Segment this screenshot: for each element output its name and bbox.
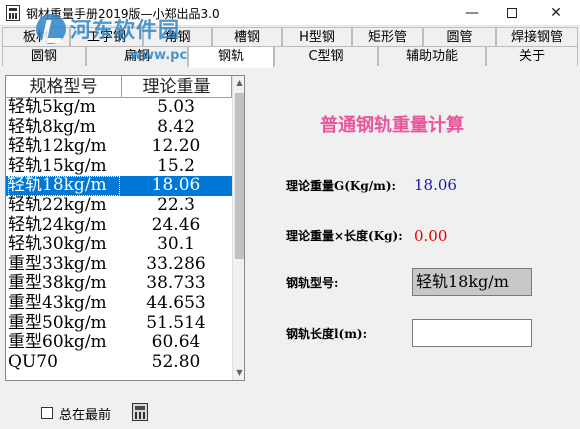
list-item-spec: 轻轨8kg/m [8, 116, 96, 137]
rail-spec-list[interactable]: 规格型号 理论重量 轻轨5kg/m 5.03 轻轨8kg/m 8.42 轻轨12kg/m… [5, 75, 245, 381]
list-item-weight: 18.06 [151, 175, 201, 196]
list-item-weight: 51.514 [146, 312, 206, 333]
list-item-weight: 44.653 [146, 292, 206, 313]
tab-round-tube[interactable]: 圆管 [423, 27, 496, 47]
list-item[interactable]: 轻轨30kg/m 30.1 [6, 235, 232, 255]
tab-c-channel[interactable]: C型钢 [274, 46, 378, 66]
list-item-spec: 重型50kg/m [8, 312, 107, 333]
list-item[interactable]: 轻轨24kg/m 24.46 [6, 214, 232, 236]
rail-type-value: 轻轨18kg/m [412, 268, 532, 296]
list-item-spec: QU70 [8, 351, 58, 372]
list-item-weight: 8.42 [157, 116, 195, 137]
theoretical-weight-label: 理论重量G(Kg/m): [286, 179, 396, 193]
list-item-weight: 52.80 [151, 351, 201, 372]
calc-title: 普通钢轨重量计算 [320, 115, 464, 136]
list-item-weight: 24.46 [151, 214, 201, 235]
list-item-weight: 30.1 [157, 234, 195, 255]
list-item-weight: 15.2 [157, 155, 195, 176]
list-item-spec: 重型60kg/m [8, 332, 107, 353]
maximize-button[interactable] [490, 0, 534, 26]
scroll-down-icon[interactable]: ▼ [233, 366, 244, 380]
list-item[interactable]: 重型50kg/m 51.514 [6, 312, 232, 334]
total-weight-value: 0.00 [414, 227, 448, 245]
tab-rect-tube[interactable]: 矩形管 [352, 27, 423, 47]
list-rows: 轻轨5kg/m 5.03 轻轨8kg/m 8.42 轻轨12kg/m 12.20 轻轨15k… [6, 97, 232, 373]
list-item-spec: 轻轨30kg/m [8, 234, 107, 255]
always-on-top-label[interactable]: 总在最前 [59, 404, 111, 423]
list-item-spec: 轻轨18kg/m [8, 176, 120, 196]
list-item-spec: 轻轨24kg/m [8, 214, 107, 235]
rail-length-label: 钢轨长度l(m): [286, 327, 368, 341]
list-item-spec: 重型33kg/m [8, 253, 107, 274]
scroll-thumb[interactable] [235, 93, 244, 259]
tab-welded-pipe[interactable]: 焊接钢管 [496, 27, 578, 47]
rail-length-input[interactable] [412, 319, 532, 347]
list-item[interactable]: 轻轨12kg/m 12.20 [6, 137, 232, 157]
list-item[interactable]: QU70 52.80 [6, 351, 232, 373]
watermark-logo-icon [36, 14, 66, 44]
maximize-icon [507, 8, 517, 18]
always-on-top-checkbox[interactable] [41, 407, 53, 419]
header-spec[interactable]: 规格型号 [6, 76, 122, 98]
calculator-icon[interactable] [132, 403, 148, 421]
tab-about[interactable]: 关于 [486, 46, 578, 66]
list-item-spec: 重型43kg/m [8, 292, 107, 313]
tabs-row-2: 圆钢 扁钢 钢轨 C型钢 辅助功能 关于 [0, 46, 580, 68]
scroll-up-icon[interactable]: ▲ [233, 76, 244, 90]
vertical-scrollbar[interactable]: ▲ ▼ [232, 76, 244, 380]
watermark-text: 河东软件园 [70, 18, 180, 42]
calculator-app-icon [6, 5, 20, 21]
list-item[interactable]: 轻轨8kg/m 8.42 [6, 116, 232, 138]
list-item[interactable]: 重型60kg/m 60.64 [6, 333, 232, 353]
header-weight[interactable]: 理论重量 [122, 76, 232, 98]
tab-h-beam[interactable]: H型钢 [282, 27, 352, 47]
list-item-spec: 轻轨12kg/m [8, 136, 107, 157]
close-button[interactable]: ✕ [534, 0, 578, 26]
list-item-spec: 重型38kg/m [8, 273, 107, 294]
list-item-spec: 轻轨15kg/m [8, 155, 107, 176]
rail-type-label: 钢轨型号: [286, 276, 339, 290]
list-item[interactable]: 轻轨22kg/m 22.3 [6, 194, 232, 216]
list-item-weight: 12.20 [151, 136, 201, 157]
tab-channel-steel[interactable]: 槽钢 [212, 27, 282, 47]
list-item-spec: 轻轨5kg/m [8, 97, 96, 117]
list-item[interactable]: 重型43kg/m 44.653 [6, 292, 232, 314]
tab-round-bar[interactable]: 圆钢 [2, 46, 86, 66]
list-item[interactable]: 轻轨15kg/m 15.2 [6, 155, 232, 177]
theoretical-weight-value: 18.06 [414, 176, 457, 194]
list-item-spec: 轻轨22kg/m [8, 194, 107, 215]
list-item-weight: 38.733 [146, 273, 206, 294]
list-item[interactable]: 轻轨5kg/m 5.03 [6, 97, 232, 118]
list-item[interactable]: 轻轨18kg/m 18.06 [6, 176, 232, 196]
list-header: 规格型号 理论重量 [6, 76, 232, 98]
tab-rail[interactable]: 钢轨 [188, 46, 274, 68]
list-item-weight: 5.03 [157, 97, 195, 117]
list-item-weight: 60.64 [151, 332, 201, 353]
minimize-button[interactable]: — [450, 0, 494, 26]
tab-tools[interactable]: 辅助功能 [378, 46, 486, 66]
list-item[interactable]: 重型38kg/m 38.733 [6, 274, 232, 294]
list-item[interactable]: 重型33kg/m 33.286 [6, 253, 232, 275]
total-weight-label: 理论重量×长度(Kg): [286, 229, 403, 243]
list-item-weight: 33.286 [146, 253, 206, 274]
list-item-weight: 22.3 [157, 194, 195, 215]
